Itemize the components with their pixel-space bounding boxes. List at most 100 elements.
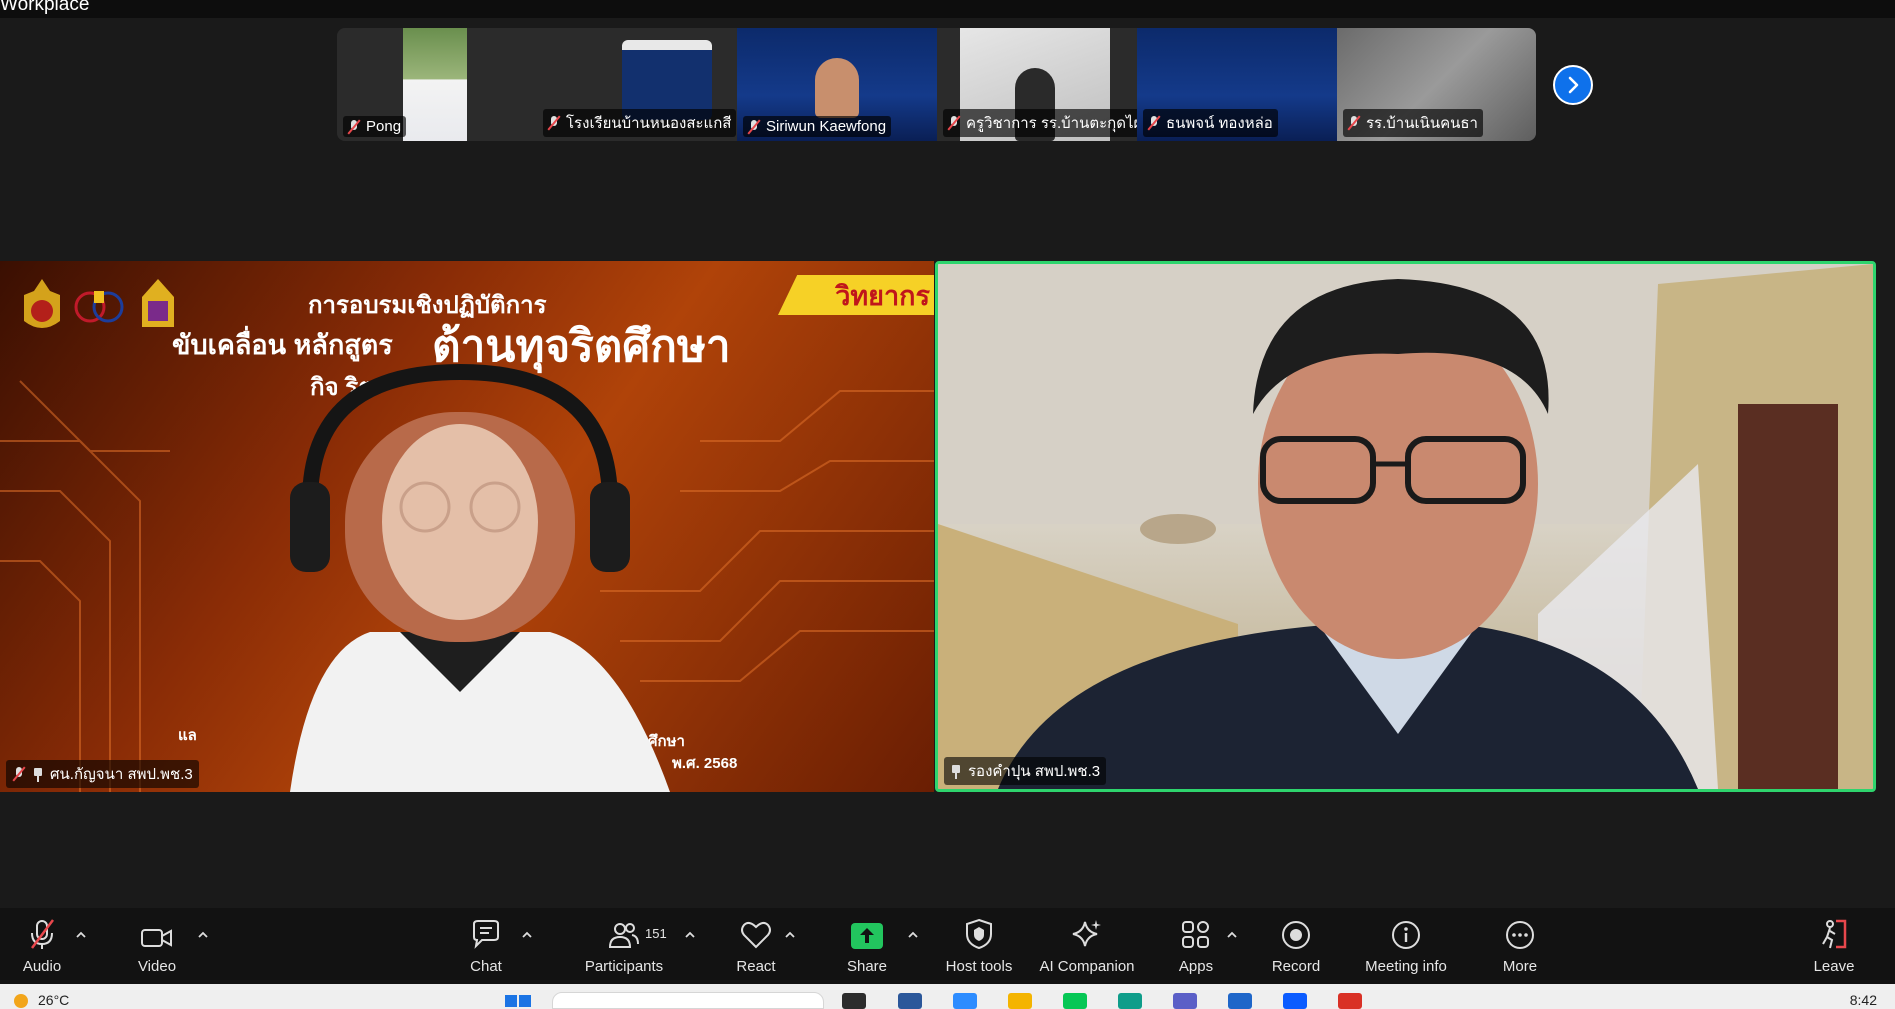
video-tile-active-speaker[interactable]: รองคำปุน สพป.พช.3 — [935, 261, 1876, 792]
participant-name-label: Pong — [343, 116, 407, 137]
title-bar: Workplace — [0, 0, 1895, 18]
more-button[interactable]: More — [1470, 918, 1570, 975]
info-icon — [1392, 921, 1420, 949]
video-label: Video — [137, 958, 177, 975]
weather-icon — [14, 994, 28, 1008]
video-feed-person — [815, 58, 859, 118]
chat-options-caret-icon[interactable] — [522, 930, 532, 940]
taskbar-app-icon[interactable] — [1283, 993, 1307, 1009]
mic-muted-icon — [747, 119, 761, 135]
participant-thumbnail[interactable]: โรงเรียนบ้านหนองสะแกสี — [537, 28, 737, 141]
meeting-info-label: Meeting info — [1365, 958, 1447, 975]
windows-start-icon[interactable] — [505, 995, 531, 1009]
participants-label: Participants — [584, 958, 664, 975]
taskbar-app-icon[interactable] — [1063, 993, 1087, 1009]
leave-button[interactable]: Leave — [1784, 918, 1884, 975]
mic-muted-icon — [347, 119, 361, 135]
participant-name-label: รร.บ้านเนินคนธา — [1343, 109, 1483, 137]
leave-icon — [1822, 919, 1847, 949]
seal-logo — [24, 279, 60, 328]
more-label: More — [1502, 958, 1538, 975]
apps-grid-icon — [1182, 921, 1209, 948]
participant-thumbnail[interactable]: Pong — [337, 28, 537, 141]
apps-label: Apps — [1178, 958, 1214, 975]
react-button[interactable]: React — [706, 918, 806, 975]
taskbar-app-icon[interactable] — [1338, 993, 1362, 1009]
react-label: React — [736, 958, 776, 975]
video-tile-presenter[interactable]: การอบรมเชิงปฏิบัติการ ขับเคลื่อน หลักสูต… — [0, 261, 934, 792]
participant-name: รองคำปุน สพป.พช.3 — [968, 763, 1101, 780]
chevron-right-icon — [1568, 76, 1579, 94]
participant-thumbnail-strip: Pong โรงเรียนบ้านหนองสะแกสี Siriwun Kaew… — [337, 28, 1536, 141]
taskbar-app-icon[interactable] — [1118, 993, 1142, 1009]
ai-companion-button[interactable]: AI Companion — [1037, 918, 1137, 975]
heart-icon — [741, 921, 771, 949]
video-feed — [622, 40, 712, 120]
participants-options-caret-icon[interactable] — [685, 930, 695, 940]
window-title: Workplace — [0, 0, 90, 15]
sparkle-icon — [1072, 920, 1101, 947]
anti-corruption-logo — [74, 291, 124, 323]
participant-thumbnail[interactable]: Siriwun Kaewfong — [737, 28, 937, 141]
taskbar-app-icon[interactable] — [1228, 993, 1252, 1009]
mic-muted-icon — [1147, 115, 1161, 131]
participant-name: ศน.กัญจนา สพป.พช.3 — [50, 766, 193, 783]
video-button[interactable]: Video — [107, 918, 207, 975]
host-tools-label: Host tools — [945, 958, 1013, 975]
taskbar-app-icon[interactable] — [1008, 993, 1032, 1009]
video-camera-icon — [141, 929, 172, 947]
video-options-caret-icon[interactable] — [198, 930, 208, 940]
mic-muted-icon — [947, 115, 961, 131]
participant-name-label: ศน.กัญจนา สพป.พช.3 — [6, 760, 199, 788]
audio-label: Audio — [22, 958, 62, 975]
pin-icon — [950, 764, 962, 779]
participant-thumbnail[interactable]: รร.บ้านเนินคนธา — [1337, 28, 1536, 141]
os-taskbar: 26°C 8:42 — [0, 984, 1895, 1009]
participant-name: โรงเรียนบ้านหนองสะแกสี — [566, 115, 732, 132]
participant-name: Siriwun Kaewfong — [766, 118, 887, 135]
record-button[interactable]: Record — [1246, 918, 1346, 975]
participant-name-label: รองคำปุน สพป.พช.3 — [944, 757, 1107, 785]
more-dots-icon — [1506, 921, 1534, 949]
participant-thumbnail[interactable]: ธนพจน์ ทองหล่อ — [1137, 28, 1337, 141]
participant-name-label: โรงเรียนบ้านหนองสะแกสี — [543, 109, 737, 137]
participant-name-label: ครูวิชาการ รร.บ้านตะกุดไผ่ — [943, 109, 1137, 137]
audio-button[interactable]: Audio — [0, 918, 92, 975]
taskbar-app-icon[interactable] — [842, 993, 866, 1009]
microphone-muted-icon — [31, 919, 54, 949]
chat-label: Chat — [470, 958, 502, 975]
react-options-caret-icon[interactable] — [785, 930, 795, 940]
taskbar-search-box[interactable] — [552, 992, 824, 1009]
speaker-video — [938, 264, 1873, 789]
participant-name: รร.บ้านเนินคนธา — [1366, 115, 1478, 132]
meeting-toolbar: Audio Video Chat Participants 151 React … — [0, 908, 1895, 984]
participants-count: 151 — [645, 926, 667, 941]
participant-name: Pong — [366, 118, 402, 135]
taskbar-app-icon[interactable] — [898, 993, 922, 1009]
apps-button[interactable]: Apps — [1146, 918, 1246, 975]
chat-bubble-icon — [473, 920, 499, 949]
taskbar-clock: 8:42 — [1849, 992, 1877, 1008]
participant-name: ธนพจน์ ทองหล่อ — [1166, 115, 1273, 132]
share-button[interactable]: Share — [817, 918, 917, 975]
share-screen-icon — [851, 923, 883, 949]
host-tools-button[interactable]: Host tools — [929, 918, 1029, 975]
apps-options-caret-icon[interactable] — [1227, 930, 1237, 940]
mic-muted-icon — [1347, 115, 1361, 131]
participants-icon — [608, 923, 639, 948]
pin-icon — [32, 767, 44, 782]
share-options-caret-icon[interactable] — [908, 930, 918, 940]
next-page-button[interactable] — [1553, 65, 1593, 105]
ai-companion-label: AI Companion — [1039, 958, 1135, 975]
participant-thumbnail[interactable]: ครูวิชาการ รร.บ้านตะกุดไผ่ — [937, 28, 1137, 141]
record-icon — [1282, 921, 1310, 949]
weather-temperature: 26°C — [38, 992, 70, 1008]
mic-muted-icon — [547, 115, 561, 131]
speaker-tag: วิทยากร — [778, 275, 934, 315]
chat-button[interactable]: Chat — [436, 918, 536, 975]
meeting-info-button[interactable]: Meeting info — [1356, 918, 1456, 975]
presenter-video — [290, 363, 670, 792]
audio-options-caret-icon[interactable] — [76, 930, 86, 940]
taskbar-app-icon[interactable] — [1173, 993, 1197, 1009]
taskbar-app-icon[interactable] — [953, 993, 977, 1009]
